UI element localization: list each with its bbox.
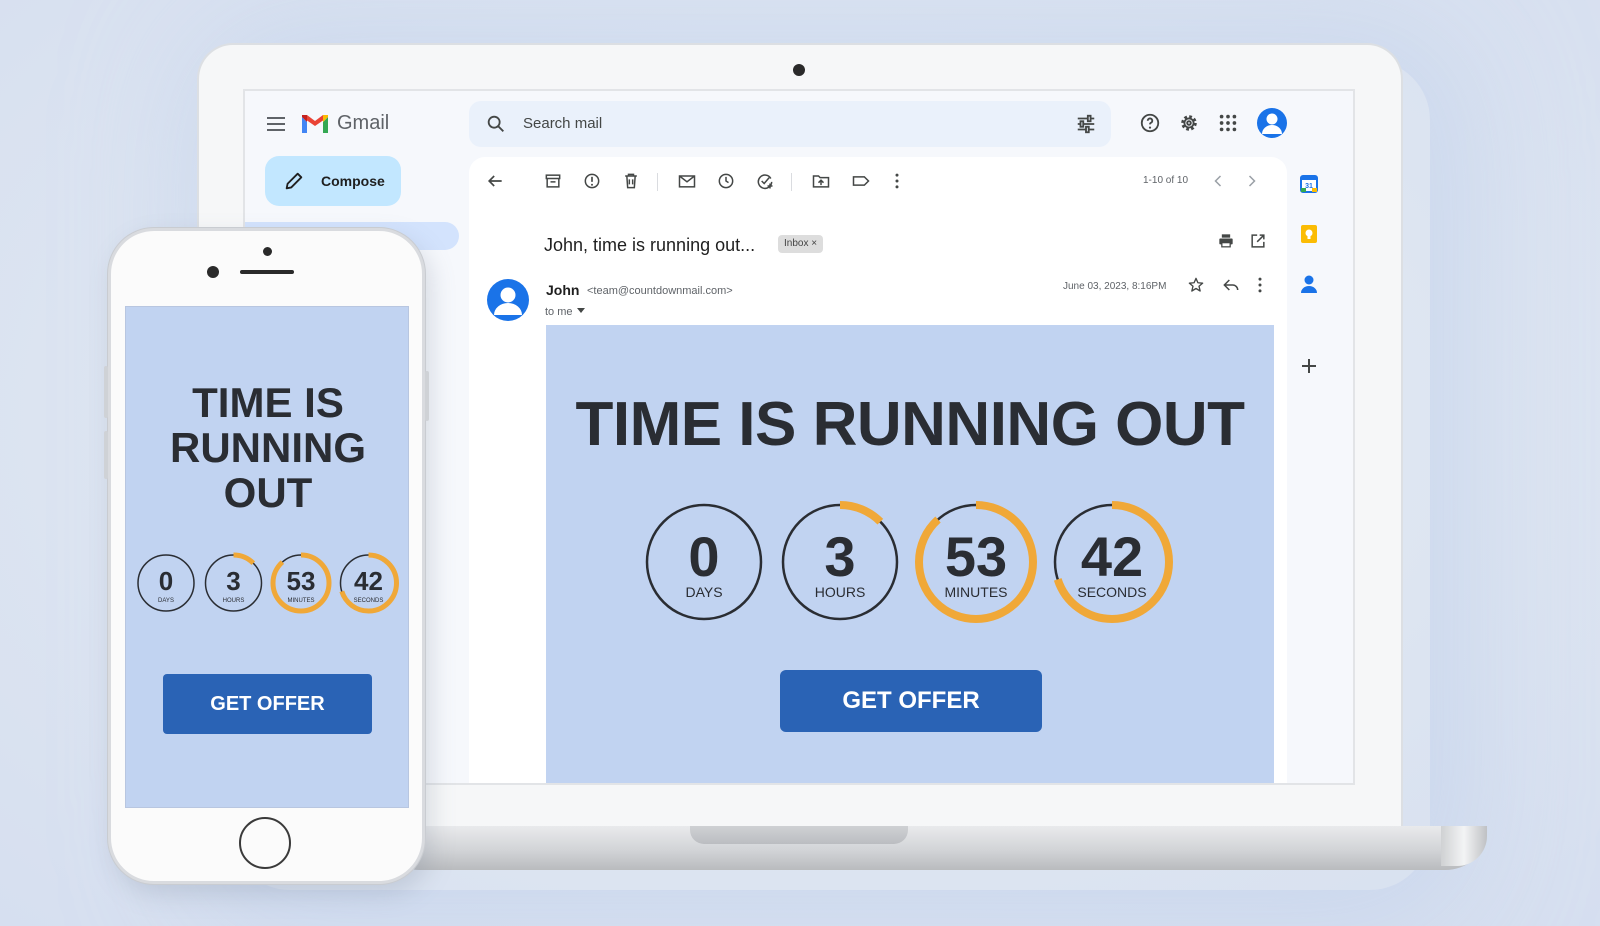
countdown-days: 0DAYS <box>645 503 763 621</box>
open-external-icon[interactable] <box>1248 231 1268 251</box>
apps-grid-icon[interactable] <box>1217 112 1239 134</box>
countdown-value: 53 <box>287 566 316 596</box>
mobile-headline-line: TIME IS <box>192 379 344 426</box>
mobile-headline-line: RUNNING <box>170 424 366 471</box>
laptop-base <box>380 826 1487 870</box>
clock-icon[interactable] <box>716 171 736 191</box>
search-input[interactable]: Search mail <box>523 115 602 132</box>
get-offer-button[interactable]: GET OFFER <box>780 670 1042 732</box>
recipient-text: to me <box>545 306 573 318</box>
chevron-left-icon[interactable] <box>1208 171 1228 191</box>
countdown-value: 3 <box>824 525 855 588</box>
mobile-countdown-seconds: 42 SECONDS <box>338 552 399 614</box>
email-content: TIME IS RUNNING OUT 0 DAYS 3 HOURS 53 MINUTES… <box>546 325 1274 783</box>
mobile-countdown-minutes: 53 MINUTES <box>270 552 332 614</box>
report-icon[interactable] <box>582 171 602 191</box>
keep-icon[interactable] <box>1298 223 1320 245</box>
move-to-icon[interactable] <box>811 171 831 191</box>
countdown-value: 42 <box>354 566 383 596</box>
search-bar[interactable]: Search mail <box>469 101 1111 147</box>
recipient-details[interactable]: to me <box>545 306 586 318</box>
compose-label: Compose <box>321 173 385 189</box>
phone-sensor <box>263 247 272 256</box>
chevron-right-icon[interactable] <box>1242 171 1262 191</box>
countdown-value: 53 <box>945 525 1007 588</box>
countdown-unit: MINUTES <box>288 598 315 604</box>
toolbar-divider <box>657 173 658 191</box>
pencil-icon <box>285 172 303 190</box>
mobile-get-offer-button[interactable]: GET OFFER <box>163 674 372 734</box>
phone-power-button <box>425 371 429 421</box>
countdown-unit: MINUTES <box>945 584 1008 600</box>
mobile-headline-line: OUT <box>223 469 313 516</box>
mobile-countdown-hours: 3 HOURS <box>203 552 264 614</box>
countdown-seconds: 42SECONDS <box>1051 501 1173 623</box>
countdown-unit: DAYS <box>685 584 722 600</box>
star-icon[interactable] <box>1186 275 1206 295</box>
contacts-icon[interactable] <box>1298 273 1320 295</box>
countdown-unit: SECONDS <box>354 598 384 604</box>
countdown-value: 0 <box>688 525 719 588</box>
countdown-value: 3 <box>226 566 240 596</box>
compose-button[interactable]: Compose <box>265 156 401 206</box>
phone: TIME IS RUNNING OUT 0 DAYS 3 HOURS 53 MINUTES… <box>104 228 429 884</box>
tune-icon[interactable] <box>1075 113 1097 135</box>
message-date: June 03, 2023, 8:16PM <box>1063 281 1167 292</box>
phone-volume-button <box>104 431 108 479</box>
phone-volume-button <box>104 366 108 418</box>
archive-icon[interactable] <box>543 171 563 191</box>
inbox-label-badge[interactable]: Inbox × <box>778 235 824 253</box>
remove-label-icon[interactable]: × <box>811 238 817 249</box>
mobile-headline: TIME IS RUNNING OUT <box>126 379 408 516</box>
inbox-label-text: Inbox <box>784 238 809 249</box>
email-headline: TIME IS RUNNING OUT <box>575 390 1245 459</box>
mobile-countdown-timer: 0 DAYS 3 HOURS 53 MINUTES 42 SECONDS <box>137 552 399 614</box>
label-icon[interactable] <box>851 171 871 191</box>
phone-screen: TIME IS RUNNING OUT 0 DAYS 3 HOURS 53 MINUTES… <box>125 306 409 808</box>
back-arrow-icon[interactable] <box>485 171 505 191</box>
reply-icon[interactable] <box>1221 275 1241 295</box>
side-panel: 31 <box>1289 157 1329 783</box>
phone-home-button[interactable] <box>239 817 291 869</box>
menu-icon[interactable] <box>267 117 285 131</box>
sender-avatar[interactable] <box>487 279 529 321</box>
gmail-logo[interactable] <box>300 113 330 135</box>
mail-icon[interactable] <box>677 171 697 191</box>
help-icon[interactable] <box>1139 112 1161 134</box>
more-vert-icon[interactable] <box>1250 275 1270 295</box>
app-name: Gmail <box>337 112 390 134</box>
svg-text:31: 31 <box>1305 183 1313 190</box>
search-icon[interactable] <box>485 113 507 135</box>
countdown-minutes: 53MINUTES <box>915 501 1037 623</box>
laptop-notch <box>690 826 908 844</box>
caret-down-icon[interactable] <box>576 307 586 315</box>
account-icon[interactable] <box>1257 108 1287 138</box>
phone-camera <box>207 266 219 278</box>
trash-icon[interactable] <box>621 171 641 191</box>
laptop-camera <box>793 64 805 76</box>
plus-icon[interactable] <box>1298 355 1320 377</box>
message-subject: John, time is running out... <box>544 235 756 255</box>
print-icon[interactable] <box>1216 231 1236 251</box>
countdown-timer: 0DAYS3HOURS53MINUTES42SECONDS <box>645 501 1173 623</box>
more-vert-icon[interactable] <box>887 171 907 191</box>
calendar-icon[interactable]: 31 <box>1298 173 1320 195</box>
gear-icon[interactable] <box>1178 112 1200 134</box>
countdown-hours: 3HOURS <box>779 501 901 623</box>
countdown-unit: HOURS <box>223 598 245 604</box>
countdown-unit: HOURS <box>815 584 866 600</box>
mobile-countdown-days: 0 DAYS <box>137 554 195 612</box>
countdown-value: 42 <box>1081 525 1143 588</box>
countdown-unit: DAYS <box>158 598 174 604</box>
sender-email: <team@countdownmail.com> <box>587 285 733 297</box>
countdown-unit: SECONDS <box>1077 584 1146 600</box>
toolbar-divider <box>791 173 792 191</box>
pager-text: 1-10 of 10 <box>1143 175 1189 186</box>
message-pane: 1-10 of 10 John, time is running out... … <box>469 157 1287 783</box>
countdown-value: 0 <box>159 566 173 596</box>
phone-speaker <box>240 270 294 274</box>
task-icon[interactable] <box>755 171 775 191</box>
sender-name[interactable]: John <box>546 282 579 298</box>
